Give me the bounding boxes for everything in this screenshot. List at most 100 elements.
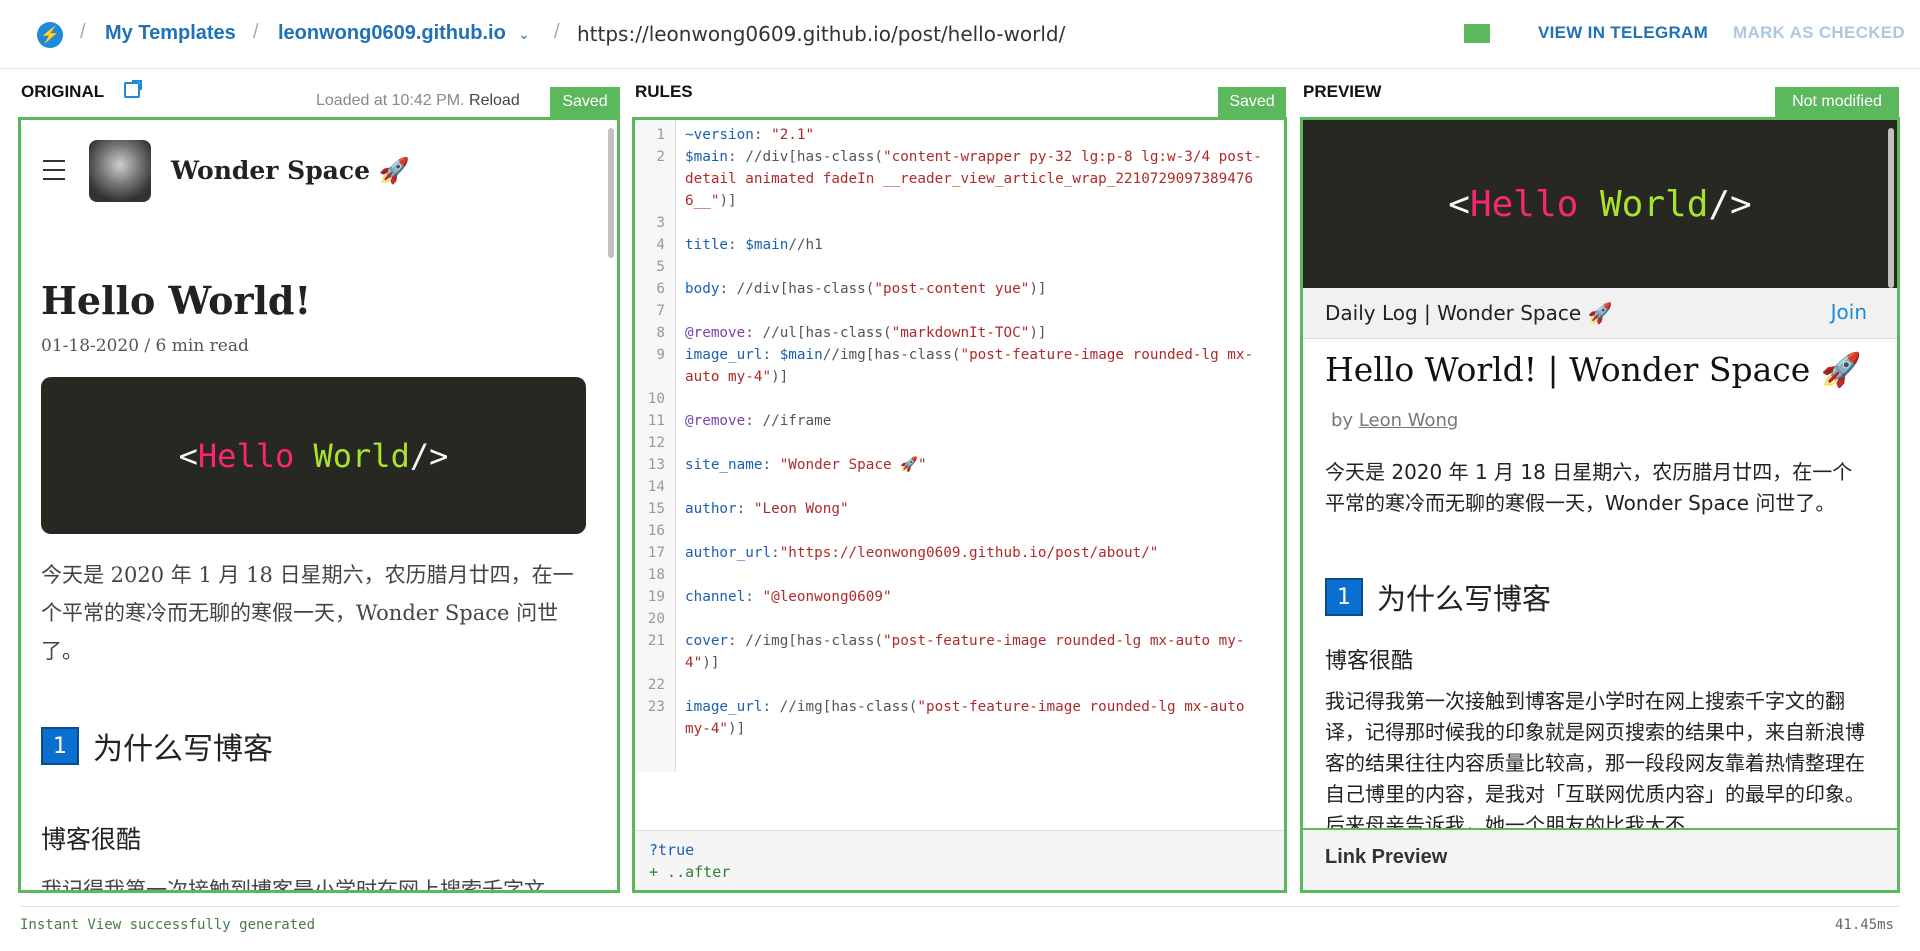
line-number: 20 — [647, 611, 665, 627]
original-panel[interactable]: Wonder Space 🚀 Hello World! 01-18-2020 /… — [18, 117, 620, 893]
site-title[interactable]: Wonder Space 🚀 — [171, 156, 410, 186]
code-line[interactable]: 13 site_name: "Wonder Space 🚀" — [635, 454, 1284, 476]
code-text: @remove: //iframe — [685, 410, 1265, 432]
post-title: Hello World! — [41, 278, 312, 323]
preview-subsection-heading: 博客很酷 — [1325, 649, 1414, 674]
line-number: 16 — [647, 523, 665, 539]
original-heading: ORIGINAL — [21, 82, 105, 101]
mark-as-checked-button[interactable]: MARK AS CHECKED — [1733, 23, 1905, 43]
code-line[interactable]: 15 author: "Leon Wong" — [635, 498, 1284, 520]
original-scrollbar[interactable] — [608, 128, 614, 258]
code-token: : — [745, 589, 763, 605]
code-token: //h1 — [788, 237, 823, 253]
code-token: )] — [728, 721, 746, 737]
code-line[interactable]: 20 — [635, 608, 1284, 630]
code-line[interactable]: 8 @remove: //ul[has-class("markdownIt-TOC… — [635, 322, 1284, 344]
reload-link[interactable]: Reload — [469, 92, 520, 109]
preview-panel[interactable]: < Hello World/> Daily Log | Wonder Space … — [1300, 117, 1900, 893]
code-line[interactable]: 7 — [635, 300, 1284, 322]
code-token: )] — [702, 655, 720, 671]
code-token: : //img[has-class( — [762, 699, 918, 715]
code-line[interactable]: 16 — [635, 520, 1284, 542]
code-token: : //img[has-class( — [728, 633, 883, 649]
line-number: 1 — [656, 127, 665, 143]
rules-footer-line: ?true — [649, 841, 695, 859]
code-token: "2.1" — [771, 127, 815, 143]
rules-code[interactable]: 1 ~version: "2.1" 2 $main: //div[has-class(… — [635, 124, 1284, 740]
code-line[interactable]: 22 — [635, 674, 1284, 696]
code-line[interactable]: 17 author_url:"https://leonwong0609.githu… — [635, 542, 1284, 564]
code-text: image_url: $main//img[has-class("post-fe… — [685, 344, 1265, 388]
line-number: 17 — [647, 545, 665, 561]
join-button[interactable]: Join — [1831, 300, 1867, 324]
line-number: 2 — [656, 149, 665, 165]
subsection-heading: 博客很酷 — [41, 825, 142, 854]
code-line[interactable]: 18 — [635, 564, 1284, 586]
code-line[interactable]: 9 image_url: $main//img[has-class("post-f… — [635, 344, 1284, 388]
code-token: : //iframe — [745, 413, 832, 429]
post-paragraph: 今天是 2020 年 1 月 18 日星期六，农历腊月廿四，在一个平常的寒冷而无… — [41, 563, 574, 663]
bolt-logo-icon[interactable]: ⚡ — [37, 22, 63, 48]
code-line[interactable]: 19 channel: "@leonwong0609" — [635, 586, 1284, 608]
chevron-down-icon[interactable]: ⌄ — [518, 26, 530, 43]
code-line[interactable]: 4 title: $main//h1 — [635, 234, 1284, 256]
preview-scrollbar[interactable] — [1888, 128, 1894, 288]
code-token: : — [728, 237, 746, 253]
code-line[interactable]: 10 — [635, 388, 1284, 410]
code-token: @remove — [685, 413, 746, 429]
hamburger-menu-icon[interactable] — [43, 160, 65, 187]
code-line[interactable]: 1 ~version: "2.1" — [635, 124, 1284, 146]
line-number: 14 — [647, 479, 665, 495]
code-token: "https://leonwong0609.github.io/post/abo… — [779, 545, 1159, 561]
breadcrumb-separator: / — [80, 21, 86, 43]
code-token: )] — [1029, 281, 1047, 297]
post-meta: 01-18-2020 / 6 min read — [41, 336, 249, 356]
code-text: @remove: //ul[has-class("markdownIt-TOC"… — [685, 322, 1265, 344]
line-number: 21 — [647, 633, 665, 649]
channel-name: Daily Log | Wonder Space 🚀 — [1325, 301, 1613, 325]
code-line[interactable]: 6 body: //div[has-class("post-content yue… — [635, 278, 1284, 300]
preview-title: Hello World! | Wonder Space 🚀 — [1325, 350, 1862, 389]
line-number: 15 — [647, 501, 665, 517]
code-line[interactable]: 2 $main: //div[has-class("content-wrapper… — [635, 146, 1284, 212]
breadcrumb-site-dropdown[interactable]: leonwong0609.github.io — [278, 22, 506, 45]
external-link-icon[interactable] — [124, 80, 142, 98]
code-token: author_url — [685, 545, 772, 561]
code-token: ~version — [685, 127, 754, 143]
code-token: "Wonder Space 🚀" — [779, 457, 927, 473]
author-link[interactable]: Leon Wong — [1359, 410, 1459, 431]
line-number: 22 — [647, 677, 665, 693]
code-token: site_name — [685, 457, 763, 473]
code-token: : //div[has-class( — [728, 149, 883, 165]
rules-footer[interactable]: ?true + ..after — [635, 830, 1284, 890]
code-line[interactable]: 14 — [635, 476, 1284, 498]
code-line[interactable]: 11 @remove: //iframe — [635, 410, 1284, 432]
preview-status-badge: Not modified — [1775, 87, 1899, 117]
preview-section-heading: 1 为什么写博客 — [1325, 576, 1551, 618]
code-line[interactable]: 23 image_url: //img[has-class("post-featu… — [635, 696, 1284, 740]
breadcrumb-my-templates[interactable]: My Templates — [105, 22, 236, 45]
rules-saved-badge: Saved — [1218, 87, 1286, 117]
preview-hero-image: < Hello World/> — [1303, 120, 1897, 288]
code-text: ~version: "2.1" — [685, 124, 1265, 146]
code-token: )] — [1029, 325, 1047, 341]
code-line[interactable]: 12 — [635, 432, 1284, 454]
rules-editor[interactable]: 1 ~version: "2.1" 2 $main: //div[has-class(… — [632, 117, 1287, 893]
code-line[interactable]: 3 — [635, 212, 1284, 234]
preview-paragraph: 今天是 2020 年 1 月 18 日星期六，农历腊月廿四，在一个平常的寒冷而无… — [1325, 460, 1853, 515]
link-preview-section[interactable]: Link Preview — [1303, 828, 1897, 890]
code-token: $main — [685, 149, 729, 165]
code-line[interactable]: 5 — [635, 256, 1284, 278]
code-token: image_url — [685, 347, 763, 363]
line-number: 11 — [647, 413, 665, 429]
original-page-frame[interactable]: Wonder Space 🚀 Hello World! 01-18-2020 /… — [21, 120, 617, 890]
code-token: "markdownIt-TOC" — [891, 325, 1030, 341]
link-preview-label: Link Preview — [1325, 846, 1448, 868]
view-in-telegram-button[interactable]: VIEW IN TELEGRAM — [1538, 23, 1708, 43]
code-line[interactable]: 21 cover: //img[has-class("post-feature-i… — [635, 630, 1284, 674]
line-number: 18 — [647, 567, 665, 583]
